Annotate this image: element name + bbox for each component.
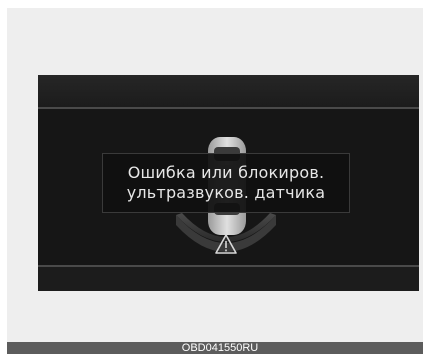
figure-code: OBD041550RU bbox=[181, 342, 259, 354]
caption-bar: OBD041550RU bbox=[7, 342, 423, 354]
message-line-1: Ошибка или блокиров. bbox=[127, 163, 325, 182]
illustration-frame: Ошибка или блокиров. ультразвуков. датчи… bbox=[7, 8, 423, 342]
cluster-display: Ошибка или блокиров. ультразвуков. датчи… bbox=[38, 75, 419, 291]
sensor-error-message: Ошибка или блокиров. ультразвуков. датчи… bbox=[102, 153, 350, 213]
page: Ошибка или блокиров. ультразвуков. датчи… bbox=[0, 0, 431, 354]
message-line-2: ультразвуков. датчика bbox=[126, 183, 326, 202]
